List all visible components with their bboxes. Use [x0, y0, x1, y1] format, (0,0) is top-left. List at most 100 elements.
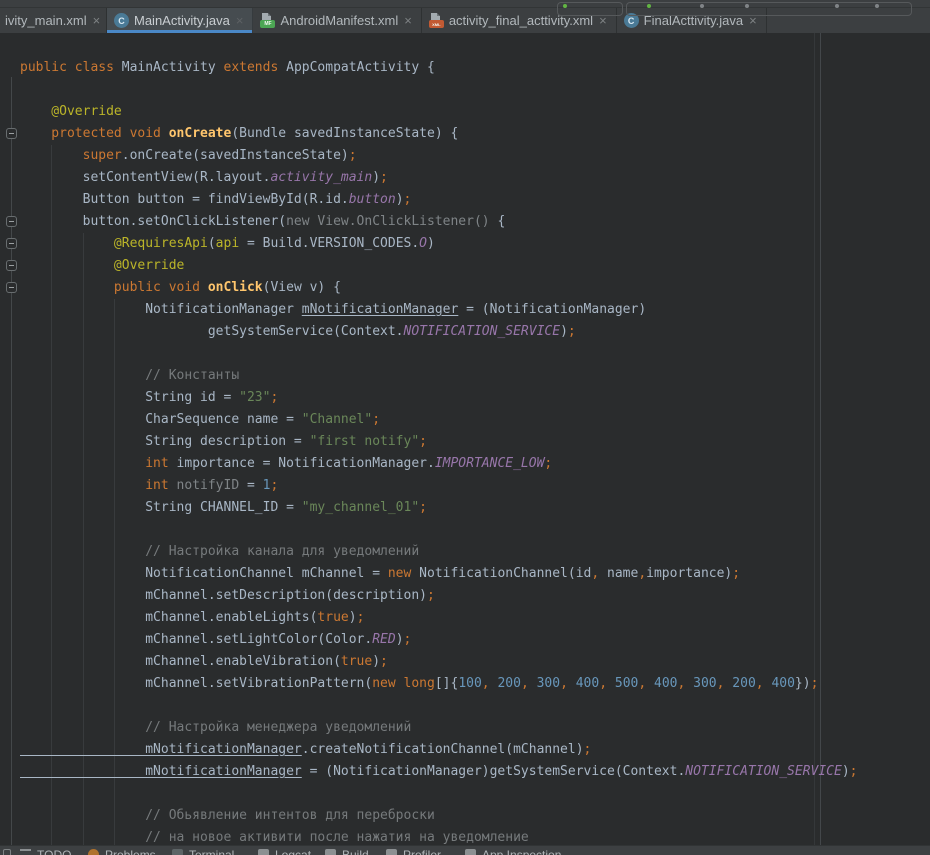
code-token: ) — [372, 170, 380, 185]
code-token: public class — [20, 60, 122, 75]
code-line-19[interactable]: int importance = NotificationManager.IMP… — [20, 453, 930, 475]
code-token: mNotificationManager — [20, 764, 302, 779]
code-line-35[interactable]: // Обьявление интентов для переброски — [20, 805, 930, 827]
code-line-7[interactable]: Button button = findViewById(R.id.button… — [20, 189, 930, 211]
code-line-33[interactable]: mNotificationManager = (NotificationMana… — [20, 761, 930, 783]
todo-list-icon — [20, 849, 31, 855]
tool-window-button-label: App Inspection — [482, 848, 561, 855]
tool-window-button-todo[interactable]: TODO — [20, 848, 71, 855]
tool-window-button-build[interactable]: Build — [325, 848, 369, 855]
tool-window-button-profiler[interactable]: Profiler — [386, 848, 441, 855]
code-line-5[interactable]: super.onCreate(savedInstanceState); — [20, 145, 930, 167]
tool-window-button-app-inspection[interactable]: App Inspection — [465, 848, 561, 855]
device-selector-fragment[interactable] — [557, 2, 623, 16]
code-token: extends — [224, 60, 287, 75]
toolbar-icon[interactable] — [875, 4, 879, 8]
code-line-22[interactable] — [20, 519, 930, 541]
tab-close-icon[interactable]: × — [404, 14, 412, 27]
code-token: activity_main — [270, 170, 372, 185]
code-line-27[interactable]: mChannel.setLightColor(Color.RED); — [20, 629, 930, 651]
fold-collapse-icon[interactable] — [6, 282, 17, 293]
code-token: String id = — [20, 390, 239, 405]
code-line-29[interactable]: mChannel.setVibrationPattern(new long[]{… — [20, 673, 930, 695]
code-token: mChannel.setLightColor(Color. — [20, 632, 372, 647]
run-configuration-fragment[interactable] — [626, 2, 912, 16]
code-line-6[interactable]: setContentView(R.layout.activity_main); — [20, 167, 930, 189]
tool-window-button-label: Profiler — [403, 848, 441, 855]
tool-window-bar: TODO Problems Terminal Logcat Build Profiler A… — [0, 845, 930, 855]
code-line-14[interactable] — [20, 343, 930, 365]
code-line-8[interactable]: button.setOnClickListener(new View.OnCli… — [20, 211, 930, 233]
code-line-17[interactable]: CharSequence name = "Channel"; — [20, 409, 930, 431]
code-line-24[interactable]: NotificationChannel mChannel = new Notif… — [20, 563, 930, 585]
tool-window-button-terminal[interactable]: Terminal — [172, 848, 234, 855]
code-line-32[interactable]: mNotificationManager.createNotificationC… — [20, 739, 930, 761]
run-icon[interactable] — [563, 4, 567, 8]
code-token: true — [317, 610, 348, 625]
code-line-12[interactable]: NotificationManager mNotificationManager… — [20, 299, 930, 321]
code-text-area[interactable]: public class MainActivity extends AppCom… — [20, 57, 930, 849]
code-token: ) — [372, 654, 380, 669]
code-line-21[interactable]: String CHANNEL_ID = "my_channel_01"; — [20, 497, 930, 519]
code-token: ; — [584, 742, 592, 757]
code-line-18[interactable]: String description = "first notify"; — [20, 431, 930, 453]
code-line-9[interactable]: @RequiresApi(api = Build.VERSION_CODES.O… — [20, 233, 930, 255]
code-token: , — [591, 566, 599, 581]
code-line-34[interactable] — [20, 783, 930, 805]
code-token: mChannel.enableVibration( — [20, 654, 341, 669]
code-token: , — [599, 676, 607, 691]
code-editor[interactable]: public class MainActivity extends AppCom… — [0, 33, 930, 855]
toolbar-icon[interactable] — [700, 4, 704, 8]
code-token: NOTIFICATION_SERVICE — [685, 764, 842, 779]
code-line-11[interactable]: public void onClick(View v) { — [20, 277, 930, 299]
code-line-13[interactable]: getSystemService(Context.NOTIFICATION_SE… — [20, 321, 930, 343]
toolbar-icon[interactable] — [835, 4, 839, 8]
code-line-2[interactable] — [20, 79, 930, 101]
code-token: 400 — [771, 676, 794, 691]
code-token: ) — [427, 236, 435, 251]
tab-ivity_main.xml[interactable]: ivity_main.xml × — [0, 8, 107, 33]
code-line-30[interactable] — [20, 695, 930, 717]
tab-close-icon[interactable]: × — [93, 14, 101, 27]
code-token: // Настройка канала для уведомлений — [20, 544, 419, 559]
tool-window-button-problems[interactable]: Problems — [88, 848, 156, 855]
code-token: NOTIFICATION_SERVICE — [404, 324, 561, 339]
code-token: O — [419, 236, 427, 251]
fold-collapse-icon[interactable] — [6, 260, 17, 271]
code-token: ; — [372, 412, 380, 427]
code-token: 200 — [497, 676, 520, 691]
code-token: String description = — [20, 434, 310, 449]
code-token: onCreate — [169, 126, 232, 141]
code-line-16[interactable]: String id = "23"; — [20, 387, 930, 409]
code-token: ; — [270, 390, 278, 405]
code-line-3[interactable]: @Override — [20, 101, 930, 123]
code-line-23[interactable]: // Настройка канала для уведомлений — [20, 541, 930, 563]
tab-AndroidManifest.xml[interactable]: MFAndroidManifest.xml× — [253, 8, 421, 33]
code-line-26[interactable]: mChannel.enableLights(true); — [20, 607, 930, 629]
code-line-10[interactable]: @Override — [20, 255, 930, 277]
code-line-25[interactable]: mChannel.setDescription(description); — [20, 585, 930, 607]
code-token: IMPORTANCE_LOW — [435, 456, 545, 471]
code-token: ; — [811, 676, 819, 691]
toolbar-icon[interactable] — [745, 4, 749, 8]
code-token: protected void — [20, 126, 169, 141]
code-token: (View v) { — [263, 280, 341, 295]
fold-collapse-icon[interactable] — [6, 128, 17, 139]
code-line-28[interactable]: mChannel.enableVibration(true); — [20, 651, 930, 673]
tool-window-button-logcat[interactable]: Logcat — [258, 848, 311, 855]
code-token: = (NotificationManager) — [458, 302, 646, 317]
code-token: onClick — [208, 280, 263, 295]
fold-collapse-icon[interactable] — [6, 216, 17, 227]
code-line-20[interactable]: int notifyID = 1; — [20, 475, 930, 497]
run-icon[interactable] — [647, 4, 651, 8]
tab-close-icon[interactable]: × — [236, 14, 244, 27]
code-line-1[interactable]: public class MainActivity extends AppCom… — [20, 57, 930, 79]
code-line-4[interactable]: protected void onCreate(Bundle savedInst… — [20, 123, 930, 145]
tab-MainActivity.java[interactable]: CMainActivity.java× — [107, 4, 253, 33]
code-line-15[interactable]: // Константы — [20, 365, 930, 387]
logcat-icon — [258, 849, 269, 855]
fold-collapse-icon[interactable] — [6, 238, 17, 249]
tab-label: ivity_main.xml — [5, 13, 87, 28]
code-line-31[interactable]: // Настройка менеджера уведомлений — [20, 717, 930, 739]
window-stripe-toggle-icon[interactable] — [3, 849, 11, 855]
